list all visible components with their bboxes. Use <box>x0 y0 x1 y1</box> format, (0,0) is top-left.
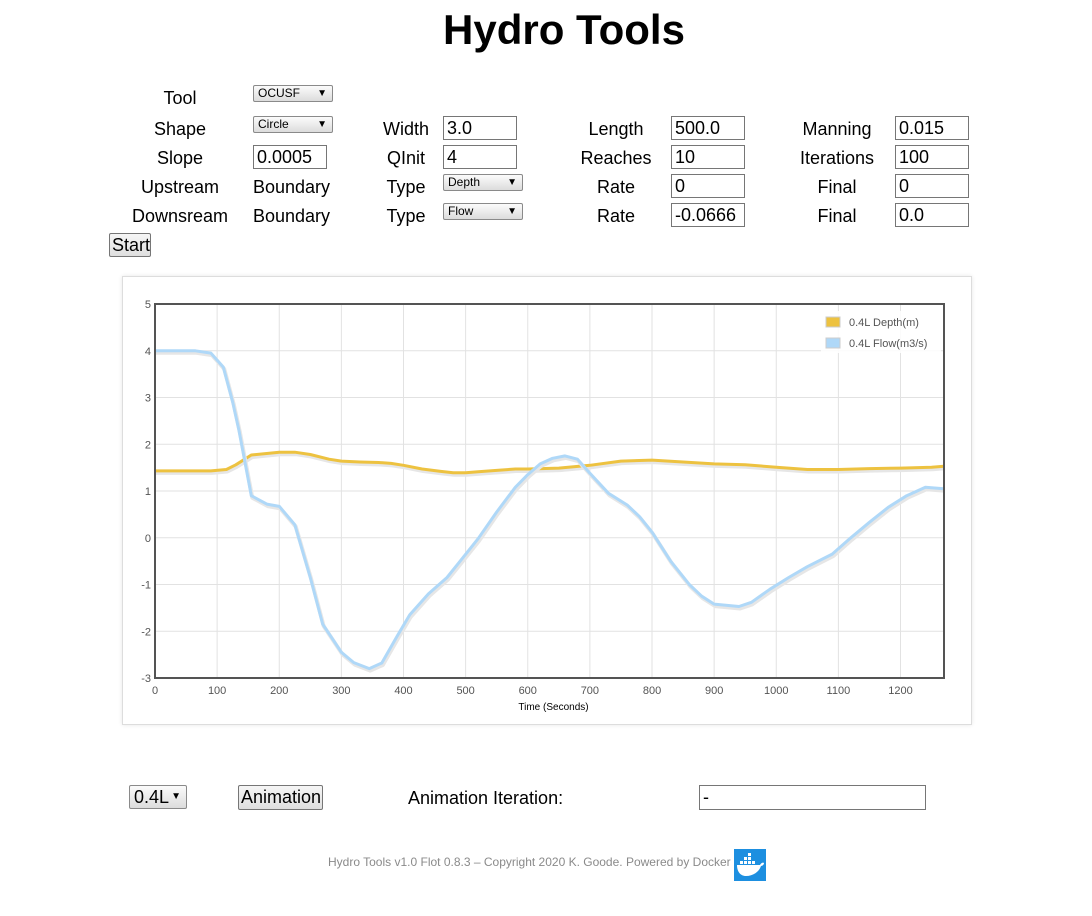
downstream-label: Downsream <box>131 206 229 226</box>
x-tick-label: 1000 <box>764 685 788 697</box>
x-tick-label: 0 <box>152 685 158 697</box>
x-tick-label: 700 <box>581 685 599 697</box>
legend-label: 0.4L Flow(m3/s) <box>849 338 927 350</box>
footer-text: Hydro Tools v1.0 Flot 0.8.3 – Copyright … <box>328 855 731 869</box>
reaches-label: Reaches <box>580 148 652 168</box>
docker-whale-icon <box>734 849 766 881</box>
x-tick-label: 100 <box>208 685 226 697</box>
x-tick-label: 400 <box>394 685 412 697</box>
upstream-rate-input[interactable] <box>671 174 745 198</box>
qinit-input[interactable] <box>443 145 517 169</box>
start-button[interactable]: Start <box>109 233 151 257</box>
legend-swatch <box>825 316 841 328</box>
upstream-type-select[interactable]: Depth ▼ <box>443 174 523 191</box>
location-select[interactable]: 0.4L ▼ <box>129 785 187 809</box>
length-input[interactable] <box>671 116 745 140</box>
y-tick-label: 3 <box>145 393 151 405</box>
x-axis-label: Time (Seconds) <box>518 702 588 713</box>
tool-select-value: OCUSF <box>258 86 300 100</box>
y-tick-label: 0 <box>145 533 151 545</box>
shape-select-value: Circle <box>258 117 289 131</box>
line-chart: 0 100 200 300 400 500 600 700 800 900 1000 1100 1200… <box>141 299 946 713</box>
shape-label: Shape <box>153 119 207 139</box>
iterations-label: Iterations <box>799 148 875 168</box>
slope-label: Slope <box>156 148 204 168</box>
y-tick-label: -2 <box>141 626 151 638</box>
upstream-type-label: Type <box>386 177 426 197</box>
downstream-rate-label: Rate <box>596 206 636 226</box>
downstream-boundary-label: Boundary <box>253 206 331 226</box>
x-tick-label: 200 <box>270 685 288 697</box>
x-tick-label: 1200 <box>888 685 912 697</box>
upstream-label: Upstream <box>140 177 220 197</box>
manning-label: Manning <box>802 119 872 139</box>
upstream-rate-label: Rate <box>596 177 636 197</box>
upstream-type-value: Depth <box>448 175 481 189</box>
qinit-label: QInit <box>386 148 425 168</box>
downstream-type-select[interactable]: Flow ▼ <box>443 203 523 220</box>
y-tick-label: 1 <box>145 486 151 498</box>
legend: 0.4L Depth(m) 0.4L Flow(m3/s) <box>821 311 941 353</box>
upstream-final-input[interactable] <box>895 174 969 198</box>
page-title: Hydro Tools <box>443 6 685 53</box>
location-select-value: 0.4L <box>134 787 170 807</box>
slope-input[interactable] <box>253 145 327 169</box>
y-tick-label: 5 <box>145 299 151 311</box>
width-input[interactable] <box>443 116 517 140</box>
tool-select[interactable]: OCUSF ▼ <box>253 85 333 102</box>
downstream-type-label: Type <box>386 206 426 226</box>
animation-iteration-input[interactable] <box>699 785 926 810</box>
y-tick-label: -3 <box>141 673 151 685</box>
upstream-final-label: Final <box>817 177 857 197</box>
chevron-down-icon: ▼ <box>507 177 517 188</box>
x-tick-label: 900 <box>705 685 723 697</box>
upstream-boundary-label: Boundary <box>253 177 331 197</box>
chart-panel: 0 100 200 300 400 500 600 700 800 900 1000 1100 1200… <box>122 276 972 725</box>
x-tick-label: 800 <box>643 685 661 697</box>
x-tick-label: 1100 <box>827 685 851 697</box>
y-tick-label: 2 <box>145 439 151 451</box>
legend-swatch <box>825 337 841 349</box>
shape-select[interactable]: Circle ▼ <box>253 116 333 133</box>
animation-iteration-label: Animation Iteration: <box>408 788 564 808</box>
y-tick-label: -1 <box>141 580 151 592</box>
animation-button[interactable]: Animation <box>238 785 323 810</box>
downstream-rate-input[interactable] <box>671 203 745 227</box>
tool-label: Tool <box>163 88 197 108</box>
chevron-down-icon: ▼ <box>317 119 327 130</box>
reaches-input[interactable] <box>671 145 745 169</box>
x-tick-label: 500 <box>456 685 474 697</box>
chevron-down-icon: ▼ <box>171 791 181 802</box>
width-label: Width <box>382 119 429 139</box>
chevron-down-icon: ▼ <box>317 88 327 99</box>
chevron-down-icon: ▼ <box>507 206 517 217</box>
legend-label: 0.4L Depth(m) <box>849 317 919 329</box>
downstream-final-label: Final <box>817 206 857 226</box>
x-tick-label: 600 <box>519 685 537 697</box>
downstream-type-value: Flow <box>448 204 474 218</box>
downstream-final-input[interactable] <box>895 203 969 227</box>
manning-input[interactable] <box>895 116 969 140</box>
length-label: Length <box>588 119 644 139</box>
iterations-input[interactable] <box>895 145 969 169</box>
y-tick-label: 4 <box>145 346 151 358</box>
x-tick-label: 300 <box>332 685 350 697</box>
